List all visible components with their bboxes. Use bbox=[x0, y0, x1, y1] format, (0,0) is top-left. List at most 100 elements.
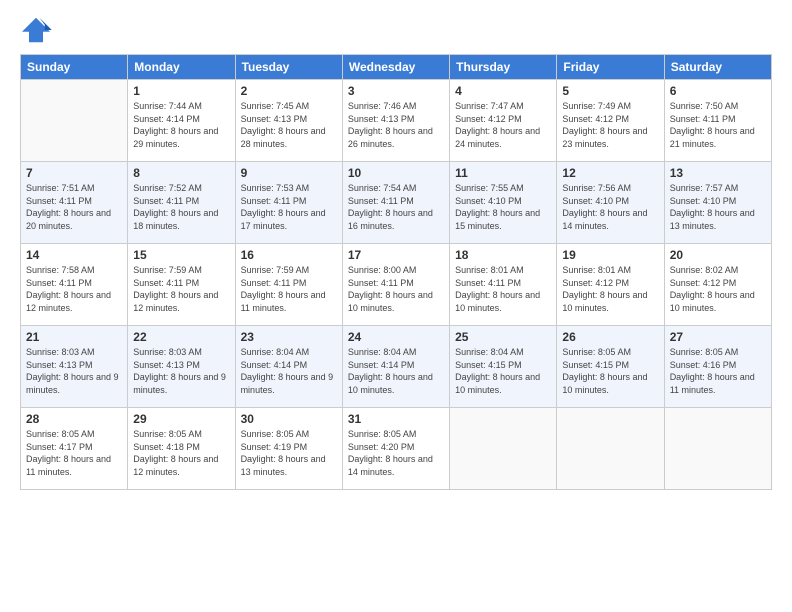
logo-icon bbox=[20, 16, 52, 44]
day-info: Sunrise: 8:02 AMSunset: 4:12 PMDaylight:… bbox=[670, 264, 766, 314]
calendar-cell bbox=[450, 408, 557, 490]
calendar-cell: 8 Sunrise: 7:52 AMSunset: 4:11 PMDaylight… bbox=[128, 162, 235, 244]
day-number: 12 bbox=[562, 166, 658, 180]
day-number: 17 bbox=[348, 248, 444, 262]
calendar-cell: 11 Sunrise: 7:55 AMSunset: 4:10 PMDayligh… bbox=[450, 162, 557, 244]
day-info: Sunrise: 8:04 AMSunset: 4:15 PMDaylight:… bbox=[455, 346, 551, 396]
day-number: 10 bbox=[348, 166, 444, 180]
calendar-week-row: 7Sunrise: 7:51 AMSunset: 4:11 PMDaylight… bbox=[21, 162, 772, 244]
calendar-cell: 10 Sunrise: 7:54 AMSunset: 4:11 PMDayligh… bbox=[342, 162, 449, 244]
calendar-cell: 25 Sunrise: 8:04 AMSunset: 4:15 PMDayligh… bbox=[450, 326, 557, 408]
day-info: Sunrise: 8:04 AMSunset: 4:14 PMDaylight:… bbox=[241, 346, 337, 396]
day-number: 9 bbox=[241, 166, 337, 180]
calendar-week-row: 14 Sunrise: 7:58 AMSunset: 4:11 PMDayligh… bbox=[21, 244, 772, 326]
column-header-sunday: Sunday bbox=[21, 55, 128, 80]
day-info: Sunrise: 7:46 AMSunset: 4:13 PMDaylight:… bbox=[348, 100, 444, 150]
day-number: 5 bbox=[562, 84, 658, 98]
day-number: 14 bbox=[26, 248, 122, 262]
calendar-cell bbox=[21, 80, 128, 162]
calendar-cell: 5 Sunrise: 7:49 AMSunset: 4:12 PMDaylight… bbox=[557, 80, 664, 162]
day-info: Sunrise: 7:49 AMSunset: 4:12 PMDaylight:… bbox=[562, 100, 658, 150]
day-number: 2 bbox=[241, 84, 337, 98]
calendar-cell: 17Sunrise: 8:00 AMSunset: 4:11 PMDayligh… bbox=[342, 244, 449, 326]
day-info: Sunrise: 8:04 AMSunset: 4:14 PMDaylight:… bbox=[348, 346, 444, 396]
day-info: Sunrise: 7:59 AMSunset: 4:11 PMDaylight:… bbox=[133, 264, 229, 314]
day-info: Sunrise: 8:01 AMSunset: 4:12 PMDaylight:… bbox=[562, 264, 658, 314]
day-info: Sunrise: 7:52 AMSunset: 4:11 PMDaylight:… bbox=[133, 182, 229, 232]
day-number: 3 bbox=[348, 84, 444, 98]
calendar-cell: 21Sunrise: 8:03 AMSunset: 4:13 PMDayligh… bbox=[21, 326, 128, 408]
calendar-cell: 18 Sunrise: 8:01 AMSunset: 4:11 PMDayligh… bbox=[450, 244, 557, 326]
day-number: 23 bbox=[241, 330, 337, 344]
day-info: Sunrise: 7:47 AMSunset: 4:12 PMDaylight:… bbox=[455, 100, 551, 150]
day-number: 31 bbox=[348, 412, 444, 426]
calendar-cell: 14 Sunrise: 7:58 AMSunset: 4:11 PMDayligh… bbox=[21, 244, 128, 326]
day-number: 25 bbox=[455, 330, 551, 344]
day-number: 8 bbox=[133, 166, 229, 180]
calendar-cell: 3 Sunrise: 7:46 AMSunset: 4:13 PMDaylight… bbox=[342, 80, 449, 162]
calendar-table: SundayMondayTuesdayWednesdayThursdayFrid… bbox=[20, 54, 772, 490]
day-number: 30 bbox=[241, 412, 337, 426]
day-number: 4 bbox=[455, 84, 551, 98]
calendar-cell: 12 Sunrise: 7:56 AMSunset: 4:10 PMDayligh… bbox=[557, 162, 664, 244]
page: SundayMondayTuesdayWednesdayThursdayFrid… bbox=[0, 0, 792, 612]
day-number: 15 bbox=[133, 248, 229, 262]
calendar-cell: 1 Sunrise: 7:44 AMSunset: 4:14 PMDaylight… bbox=[128, 80, 235, 162]
day-number: 29 bbox=[133, 412, 229, 426]
day-info: Sunrise: 7:50 AMSunset: 4:11 PMDaylight:… bbox=[670, 100, 766, 150]
calendar-cell: 22 Sunrise: 8:03 AMSunset: 4:13 PMDayligh… bbox=[128, 326, 235, 408]
column-header-wednesday: Wednesday bbox=[342, 55, 449, 80]
day-number: 22 bbox=[133, 330, 229, 344]
day-info: Sunrise: 8:05 AMSunset: 4:17 PMDaylight:… bbox=[26, 428, 122, 478]
day-info: Sunrise: 8:01 AMSunset: 4:11 PMDaylight:… bbox=[455, 264, 551, 314]
day-number: 1 bbox=[133, 84, 229, 98]
day-info: Sunrise: 7:55 AMSunset: 4:10 PMDaylight:… bbox=[455, 182, 551, 232]
day-number: 11 bbox=[455, 166, 551, 180]
calendar-cell: 26 Sunrise: 8:05 AMSunset: 4:15 PMDayligh… bbox=[557, 326, 664, 408]
column-header-monday: Monday bbox=[128, 55, 235, 80]
calendar-cell: 13 Sunrise: 7:57 AMSunset: 4:10 PMDayligh… bbox=[664, 162, 771, 244]
header bbox=[20, 16, 772, 44]
day-info: Sunrise: 7:58 AMSunset: 4:11 PMDaylight:… bbox=[26, 264, 122, 314]
day-number: 28 bbox=[26, 412, 122, 426]
calendar-cell: 30 Sunrise: 8:05 AMSunset: 4:19 PMDayligh… bbox=[235, 408, 342, 490]
calendar-cell: 27Sunrise: 8:05 AMSunset: 4:16 PMDayligh… bbox=[664, 326, 771, 408]
calendar-cell: 29Sunrise: 8:05 AMSunset: 4:18 PMDayligh… bbox=[128, 408, 235, 490]
day-info: Sunrise: 8:05 AMSunset: 4:15 PMDaylight:… bbox=[562, 346, 658, 396]
day-info: Sunrise: 7:54 AMSunset: 4:11 PMDaylight:… bbox=[348, 182, 444, 232]
day-number: 27 bbox=[670, 330, 766, 344]
calendar-cell: 6Sunrise: 7:50 AMSunset: 4:11 PMDaylight… bbox=[664, 80, 771, 162]
calendar-cell: 24 Sunrise: 8:04 AMSunset: 4:14 PMDayligh… bbox=[342, 326, 449, 408]
day-number: 26 bbox=[562, 330, 658, 344]
calendar-cell: 23 Sunrise: 8:04 AMSunset: 4:14 PMDayligh… bbox=[235, 326, 342, 408]
day-info: Sunrise: 8:03 AMSunset: 4:13 PMDaylight:… bbox=[133, 346, 229, 396]
day-info: Sunrise: 8:05 AMSunset: 4:19 PMDaylight:… bbox=[241, 428, 337, 478]
logo bbox=[20, 16, 56, 44]
day-info: Sunrise: 7:56 AMSunset: 4:10 PMDaylight:… bbox=[562, 182, 658, 232]
calendar-cell: 20 Sunrise: 8:02 AMSunset: 4:12 PMDayligh… bbox=[664, 244, 771, 326]
day-info: Sunrise: 7:53 AMSunset: 4:11 PMDaylight:… bbox=[241, 182, 337, 232]
calendar-cell: 16Sunrise: 7:59 AMSunset: 4:11 PMDayligh… bbox=[235, 244, 342, 326]
calendar-cell: 28 Sunrise: 8:05 AMSunset: 4:17 PMDayligh… bbox=[21, 408, 128, 490]
calendar-week-row: 21 Sunrise: 8:03 AMSunset: 4:13 PMDayligh… bbox=[21, 326, 772, 408]
day-info: Sunrise: 7:59 AMSunset: 4:11 PMDaylight:… bbox=[241, 264, 337, 314]
day-number: 24 bbox=[348, 330, 444, 344]
calendar-cell: 9 Sunrise: 7:53 AMSunset: 4:11 PMDaylight… bbox=[235, 162, 342, 244]
column-header-friday: Friday bbox=[557, 55, 664, 80]
column-header-saturday: Saturday bbox=[664, 55, 771, 80]
day-number: 21 bbox=[26, 330, 122, 344]
day-info: Sunrise: 7:44 AMSunset: 4:14 PMDaylight:… bbox=[133, 100, 229, 150]
day-number: 13 bbox=[670, 166, 766, 180]
calendar-cell: 7Sunrise: 7:51 AMSunset: 4:11 PMDaylight… bbox=[21, 162, 128, 244]
day-info: Sunrise: 7:57 AMSunset: 4:10 PMDaylight:… bbox=[670, 182, 766, 232]
day-info: Sunrise: 7:51 AMSunset: 4:11 PMDaylight:… bbox=[26, 182, 122, 232]
calendar-cell: 2 Sunrise: 7:45 AMSunset: 4:13 PMDaylight… bbox=[235, 80, 342, 162]
day-info: Sunrise: 8:05 AMSunset: 4:20 PMDaylight:… bbox=[348, 428, 444, 478]
calendar-week-row: 28 Sunrise: 8:05 AMSunset: 4:17 PMDayligh… bbox=[21, 408, 772, 490]
calendar-cell: 4 Sunrise: 7:47 AMSunset: 4:12 PMDaylight… bbox=[450, 80, 557, 162]
calendar-cell: 15 Sunrise: 7:59 AMSunset: 4:11 PMDayligh… bbox=[128, 244, 235, 326]
day-info: Sunrise: 7:45 AMSunset: 4:13 PMDaylight:… bbox=[241, 100, 337, 150]
day-number: 18 bbox=[455, 248, 551, 262]
day-number: 20 bbox=[670, 248, 766, 262]
day-number: 19 bbox=[562, 248, 658, 262]
